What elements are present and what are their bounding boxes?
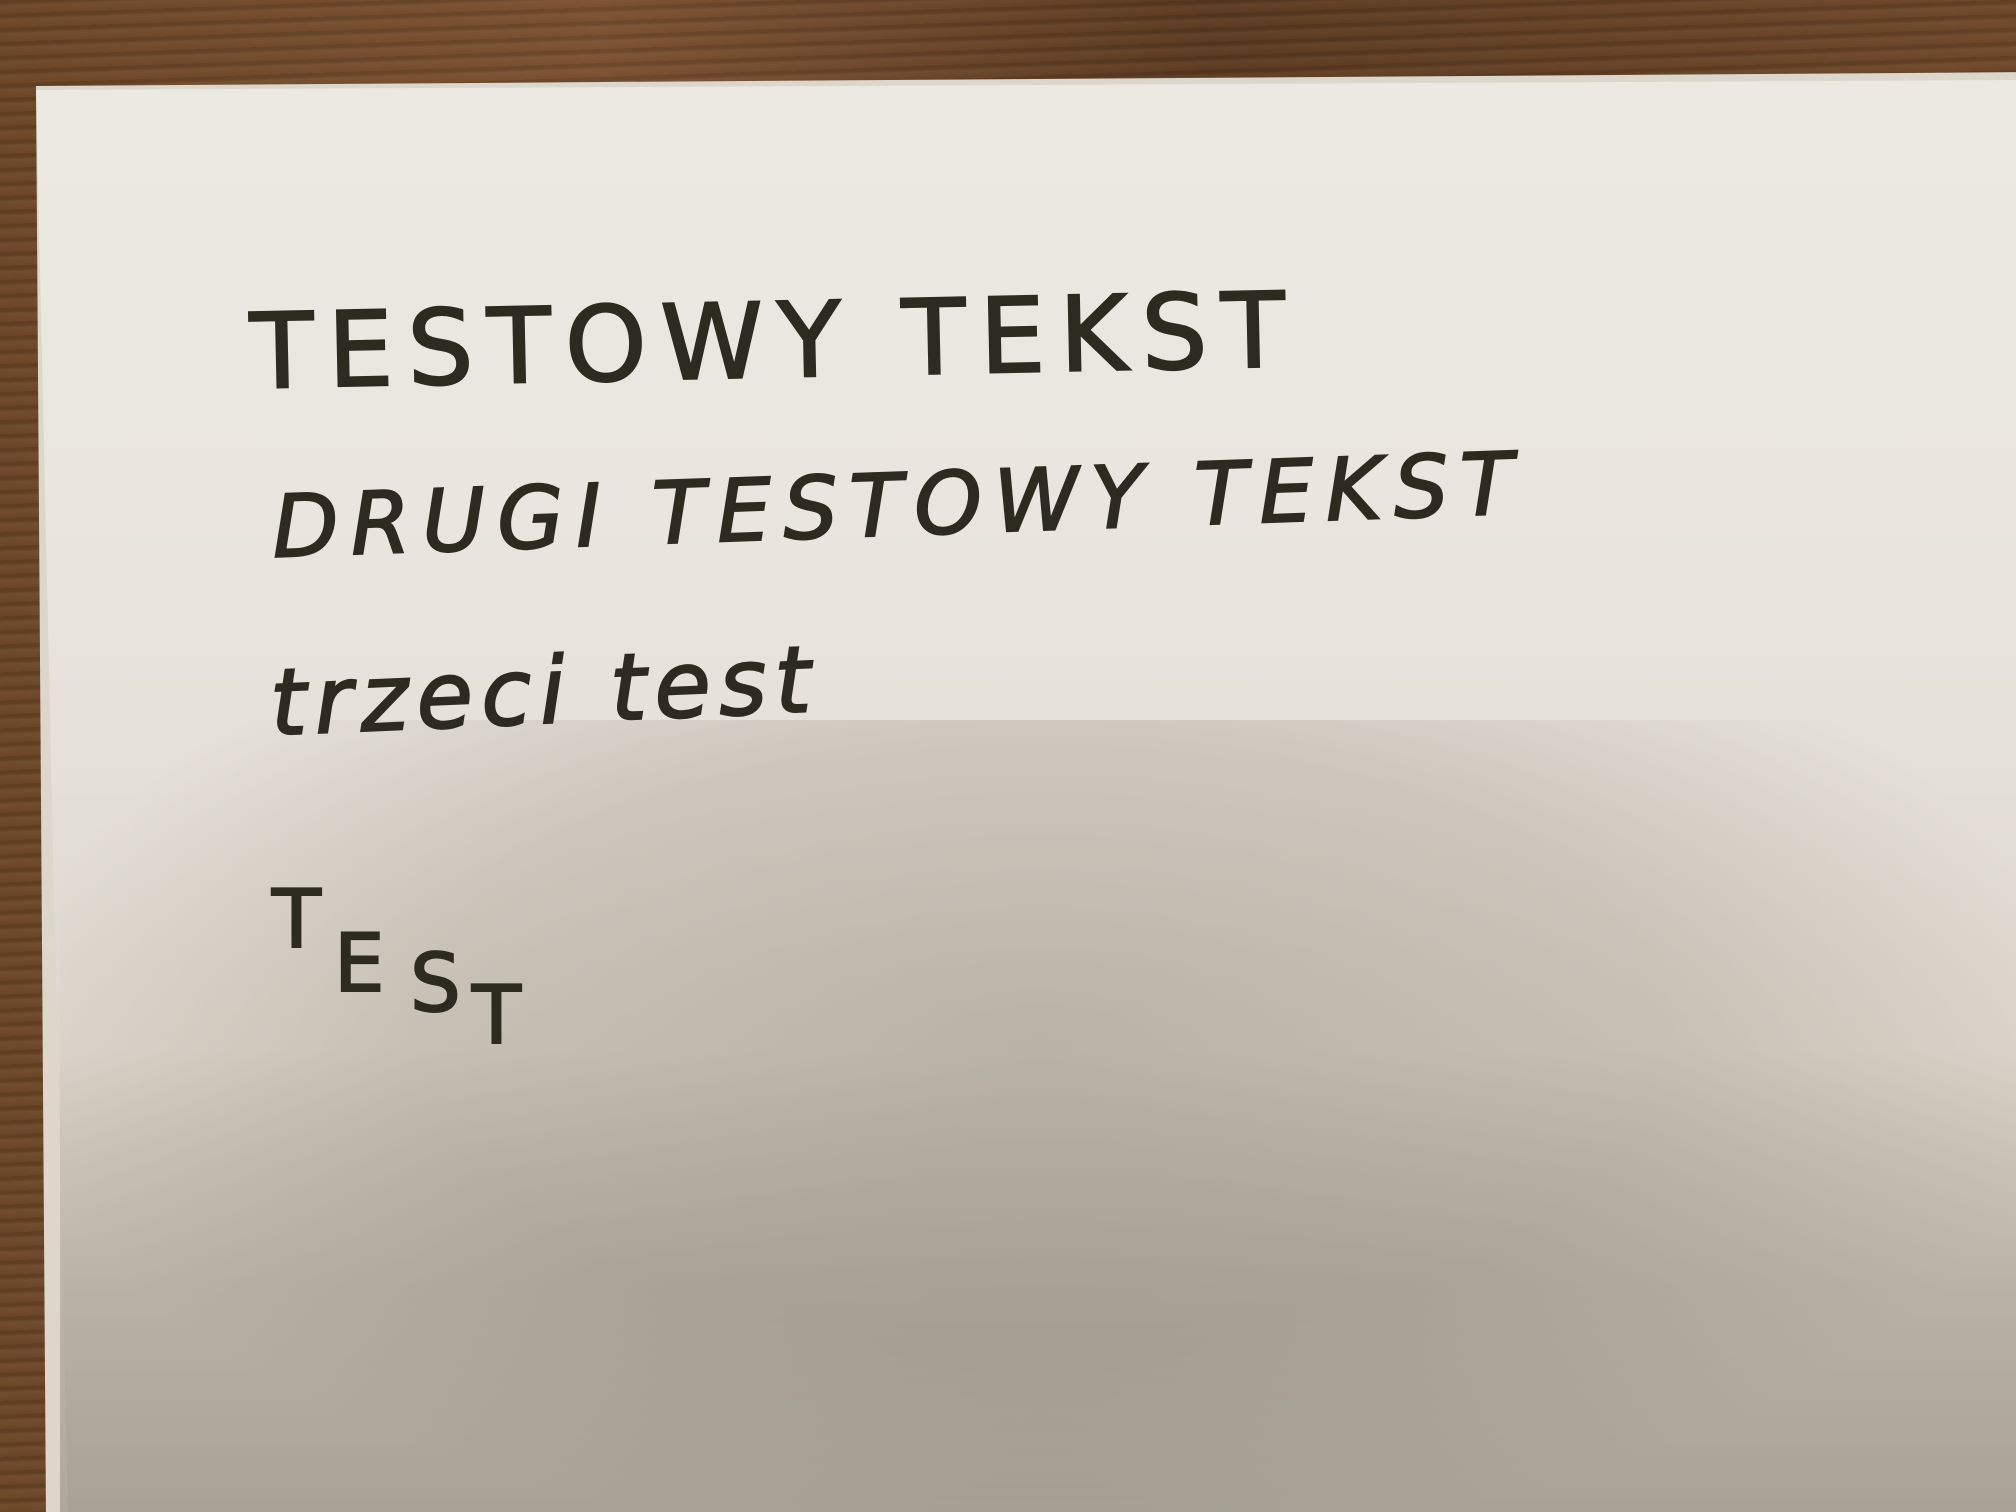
handwritten-line-1: TESTOWY TEKST — [248, 268, 1301, 414]
staggered-test-word: T E S T — [271, 873, 552, 1080]
letter-t-2: T — [471, 969, 522, 1062]
letter-t-1: T — [271, 873, 322, 966]
letter-s: S — [409, 937, 462, 1030]
photo-scene: TESTOWY TEKST DRUGI TESTOWY TEKST trzeci… — [0, 0, 2016, 1512]
letter-e: E — [333, 917, 386, 1010]
